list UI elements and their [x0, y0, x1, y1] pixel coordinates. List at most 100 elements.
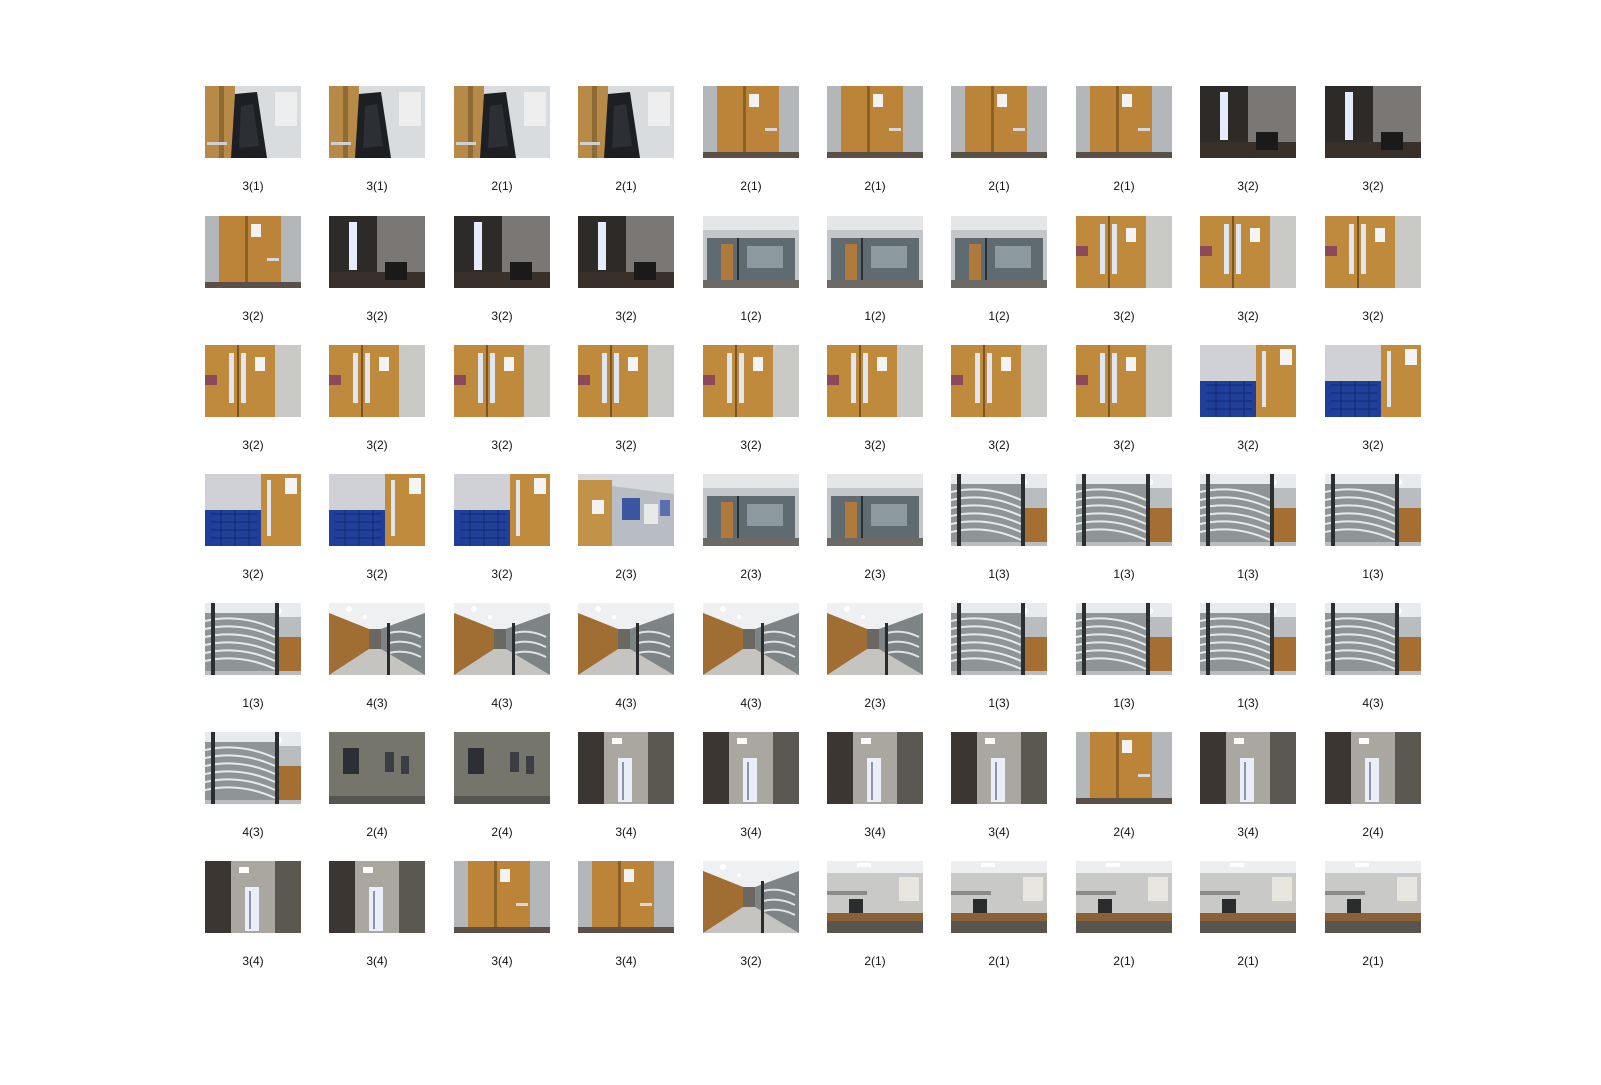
thumbnail-caption: 1(3) [1237, 567, 1259, 581]
grid-cell: 3(4) [1200, 732, 1296, 860]
grid-cell: 2(1) [1200, 861, 1296, 989]
grid-cell: 4(3) [454, 603, 550, 731]
thumbnail-image [578, 86, 674, 158]
thumbnail-image [703, 345, 799, 417]
thumbnail-caption: 3(2) [1362, 179, 1384, 193]
grid-cell: 2(1) [951, 861, 1047, 989]
grid-cell: 3(2) [827, 345, 923, 473]
thumbnail-image [329, 474, 425, 546]
thumbnail-image [1325, 86, 1421, 158]
grid-cell: 4(3) [1325, 603, 1421, 731]
thumbnail-image [827, 216, 923, 288]
thumbnail-image [703, 603, 799, 675]
grid-cell: 4(3) [578, 603, 674, 731]
thumbnail-caption: 2(4) [491, 825, 513, 839]
thumbnail-caption: 3(2) [988, 438, 1010, 452]
grid-cell: 2(3) [578, 474, 674, 602]
thumbnail-image [1200, 216, 1296, 288]
thumbnail-image [951, 216, 1047, 288]
thumbnail-image [454, 861, 550, 933]
grid-cell: 3(2) [1325, 345, 1421, 473]
thumbnail-caption: 2(1) [740, 179, 762, 193]
thumbnail-caption: 2(1) [1237, 954, 1259, 968]
thumbnail-caption: 1(3) [988, 567, 1010, 581]
thumbnail-caption: 3(1) [366, 179, 388, 193]
thumbnail-caption: 2(4) [1113, 825, 1135, 839]
grid-cell: 1(3) [1325, 474, 1421, 602]
thumbnail-caption: 3(2) [366, 438, 388, 452]
thumbnail-caption: 3(2) [242, 309, 264, 323]
thumbnail-image [578, 216, 674, 288]
thumbnail-image [1325, 603, 1421, 675]
thumbnail-caption: 3(2) [366, 309, 388, 323]
thumbnail-image [205, 474, 301, 546]
thumbnail-image [827, 603, 923, 675]
grid-cell: 3(4) [329, 861, 425, 989]
thumbnail-caption: 3(2) [366, 567, 388, 581]
grid-cell: 2(1) [827, 861, 923, 989]
thumbnail-image [329, 216, 425, 288]
thumbnail-caption: 3(4) [864, 825, 886, 839]
thumbnail-image [1325, 732, 1421, 804]
thumbnail-caption: 2(3) [864, 696, 886, 710]
grid-cell: 3(4) [951, 732, 1047, 860]
thumbnail-image [951, 861, 1047, 933]
thumbnail-caption: 3(2) [864, 438, 886, 452]
thumbnail-image [1200, 861, 1296, 933]
grid-cell: 1(2) [703, 216, 799, 344]
grid-cell: 2(4) [1076, 732, 1172, 860]
thumbnail-image [1200, 345, 1296, 417]
thumbnail-caption: 3(2) [491, 567, 513, 581]
thumbnail-caption: 1(3) [1113, 567, 1135, 581]
thumbnail-image [205, 603, 301, 675]
thumbnail-caption: 3(4) [242, 954, 264, 968]
thumbnail-caption: 2(1) [864, 179, 886, 193]
thumbnail-caption: 2(1) [988, 954, 1010, 968]
grid-cell: 3(2) [329, 216, 425, 344]
thumbnail-image [578, 603, 674, 675]
grid-cell: 2(1) [951, 86, 1047, 214]
thumbnail-caption: 3(2) [740, 438, 762, 452]
grid-cell: 2(1) [703, 86, 799, 214]
thumbnail-image [578, 732, 674, 804]
thumbnail-image [1076, 603, 1172, 675]
thumbnail-caption: 1(3) [988, 696, 1010, 710]
grid-cell: 3(2) [1076, 216, 1172, 344]
grid-cell: 3(2) [1200, 86, 1296, 214]
thumbnail-image [329, 732, 425, 804]
thumbnail-image [1076, 861, 1172, 933]
grid-cell: 3(2) [205, 345, 301, 473]
thumbnail-caption: 4(3) [1362, 696, 1384, 710]
grid-cell: 3(2) [329, 474, 425, 602]
grid-cell: 1(3) [205, 603, 301, 731]
thumbnail-caption: 3(4) [988, 825, 1010, 839]
thumbnail-caption: 2(1) [1362, 954, 1384, 968]
thumbnail-image [454, 603, 550, 675]
thumbnail-image [329, 861, 425, 933]
thumbnail-image [1076, 216, 1172, 288]
grid-cell: 3(2) [578, 216, 674, 344]
thumbnail-image [827, 345, 923, 417]
thumbnail-image [454, 86, 550, 158]
thumbnail-image [205, 216, 301, 288]
thumbnail-caption: 3(4) [1237, 825, 1259, 839]
grid-cell: 2(4) [1325, 732, 1421, 860]
thumbnail-caption: 1(3) [1237, 696, 1259, 710]
thumbnail-image [205, 345, 301, 417]
grid-cell: 1(3) [1076, 603, 1172, 731]
thumbnail-caption: 4(3) [366, 696, 388, 710]
thumbnail-caption: 2(4) [1362, 825, 1384, 839]
thumbnail-image [703, 732, 799, 804]
thumbnail-caption: 1(3) [1113, 696, 1135, 710]
grid-cell: 3(2) [951, 345, 1047, 473]
thumbnail-caption: 3(4) [366, 954, 388, 968]
grid-cell: 2(1) [1325, 861, 1421, 989]
thumbnail-image [827, 474, 923, 546]
grid-cell: 1(3) [1200, 474, 1296, 602]
thumbnail-image [703, 216, 799, 288]
grid-cell: 2(1) [1076, 86, 1172, 214]
grid-cell: 2(3) [703, 474, 799, 602]
thumbnail-caption: 3(2) [615, 438, 637, 452]
thumbnail-image [951, 86, 1047, 158]
thumbnail-image [578, 474, 674, 546]
